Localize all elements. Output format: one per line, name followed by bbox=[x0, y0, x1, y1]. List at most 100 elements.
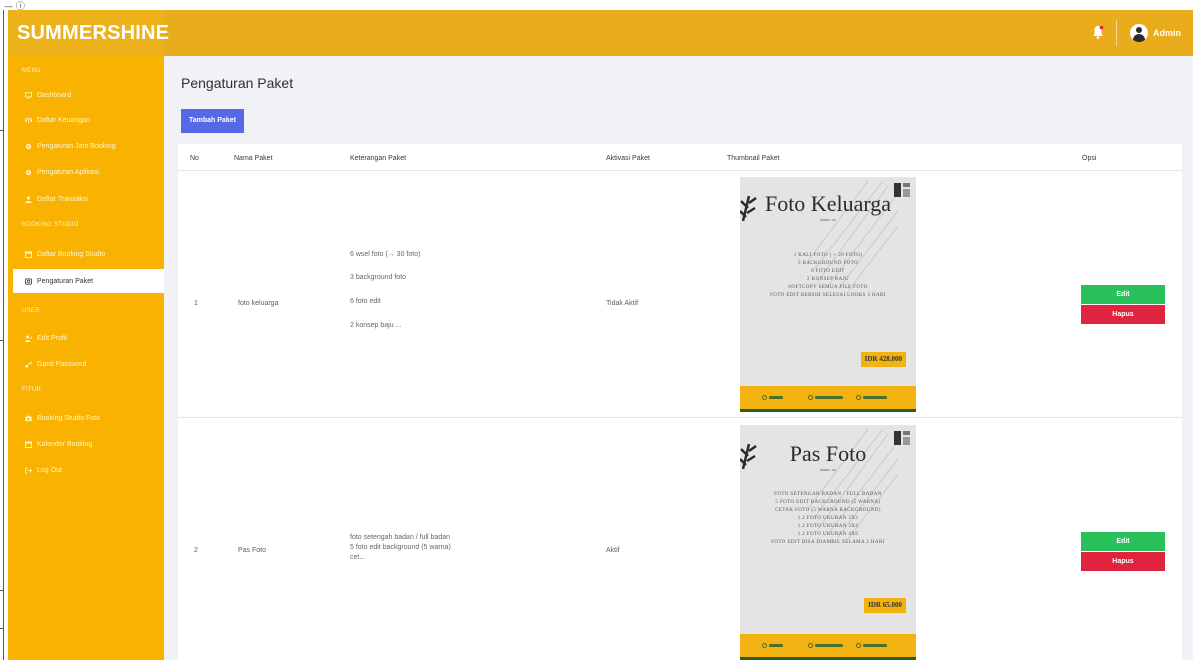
thumbnail-footer bbox=[740, 634, 916, 660]
thumbnail-subtitle: PAKET - 01 bbox=[820, 218, 836, 222]
row-2-no: 2 bbox=[194, 547, 198, 554]
sidebar-item-booking-studio-foto[interactable]: Booking Studio Foto bbox=[8, 406, 164, 430]
row-1-thumbnail: Foto Keluarga PAKET - 01 1 KALI FOTO ( +… bbox=[740, 177, 916, 412]
thumbnail-detail-line: 5 FOTO EDIT BACKGROUND (5 WARNA) bbox=[775, 500, 881, 505]
thumbnail-detail-line: FOTO EDIT BERSIH SELESAI LOOKS 2 HARI bbox=[770, 293, 886, 298]
brand-logo[interactable]: SUMMERSHINE bbox=[8, 10, 169, 56]
sidebar-item-label: Kalender Booking bbox=[37, 440, 93, 448]
column-header-thumbnail: Thumbnail Paket bbox=[727, 155, 780, 162]
edit-button[interactable]: Edit bbox=[1081, 285, 1165, 304]
sidebar-heading-user: USER bbox=[22, 308, 40, 314]
sidebar-item-daftar-transaksi[interactable]: Daftar Transaksi bbox=[8, 187, 164, 211]
row-1-desc-line: 2 konsep baju ... bbox=[350, 322, 402, 329]
thumbnail-detail-line: 3 BACKGROUND FOTO bbox=[797, 261, 859, 266]
thumbnail-price: IDR 65.000 bbox=[864, 598, 906, 613]
thumbnail-detail-line: 2 KONSEP BAJU bbox=[807, 277, 849, 282]
logout-icon bbox=[25, 466, 32, 474]
package-icon bbox=[25, 277, 32, 285]
edit-button[interactable]: Edit bbox=[1081, 532, 1165, 551]
sidebar-item-daftar-keuangan[interactable]: Daftar Keuangan bbox=[8, 108, 164, 132]
thumbnail-details: FOTO SETENGAH BADAN / FULL BADAN 5 FOTO … bbox=[740, 491, 916, 547]
page-title: Pengaturan Paket bbox=[181, 75, 294, 91]
sidebar-item-label: Pengaturan Paket bbox=[37, 277, 94, 285]
delete-button[interactable]: Hapus bbox=[1081, 305, 1165, 324]
calendar-icon bbox=[25, 250, 32, 258]
column-header-description: Keterangan Paket bbox=[350, 155, 407, 162]
thumbnail-details: 1 KALI FOTO ( + 20 FOTO) 3 BACKGROUND FO… bbox=[740, 252, 916, 300]
sidebar-heading-fitur: FITUR bbox=[22, 387, 42, 393]
delete-button[interactable]: Hapus bbox=[1081, 552, 1165, 571]
sidebar-item-edit-profil[interactable]: Edit Profil bbox=[8, 326, 164, 350]
top-navbar: SUMMERSHINE Admin bbox=[8, 10, 1193, 56]
sidebar-item-label: Edit Profil bbox=[37, 334, 67, 342]
sidebar-item-log-out[interactable]: Log Out bbox=[8, 458, 164, 482]
header-divider bbox=[178, 170, 1182, 171]
key-icon bbox=[25, 360, 32, 368]
thumbnail-detail-line: 1 KALI FOTO ( + 20 FOTO) bbox=[793, 253, 863, 258]
thumbnail-footer bbox=[740, 386, 916, 412]
add-package-button[interactable]: Tambah Paket bbox=[181, 109, 244, 133]
topbar-divider bbox=[1116, 20, 1117, 46]
sidebar-heading-menu: MENU bbox=[22, 68, 41, 74]
row-1-desc-line: 3 background foto bbox=[350, 274, 407, 281]
thumbnail-detail-line: 1.2 FOTO UKURAN 2X3 bbox=[797, 516, 859, 521]
sidebar-item-label: Daftar Transaksi bbox=[37, 195, 88, 203]
row-2-desc-line: cet... bbox=[350, 554, 366, 561]
row-1-no: 1 bbox=[194, 300, 198, 307]
gear-icon bbox=[25, 169, 32, 175]
thumbnail-detail-line: 6 FOTO EDIT bbox=[811, 269, 845, 274]
column-header-options: Opsi bbox=[1082, 155, 1097, 162]
sidebar-item-pengaturan-aplikasi[interactable]: Pengaturan Aplikasi bbox=[8, 160, 164, 184]
user-name: Admin bbox=[1153, 28, 1181, 38]
user-icon bbox=[25, 195, 32, 203]
row-1-name: foto keluarga bbox=[238, 300, 279, 307]
screenshot-frame: — ⓘ SUMMERSHINE Admin MENU Dashboard Daf… bbox=[0, 0, 1193, 660]
sidebar-item-pengaturan-jam-booking[interactable]: Pengaturan Jam Booking bbox=[8, 134, 164, 158]
column-header-name: Nama Paket bbox=[234, 155, 273, 162]
column-header-no: No bbox=[190, 155, 199, 162]
sidebar-item-label: Ganti Password bbox=[37, 360, 87, 368]
sidebar-item-label: Booking Studio Foto bbox=[37, 414, 101, 422]
sidebar-item-label: Daftar Keuangan bbox=[37, 116, 90, 124]
row-2-status: Aktif bbox=[606, 547, 620, 554]
sidebar-item-daftar-booking-studio[interactable]: Daftar Booking Studio bbox=[8, 242, 164, 266]
app-window: SUMMERSHINE Admin MENU Dashboard Daftar … bbox=[8, 10, 1193, 660]
camera-icon bbox=[25, 415, 32, 421]
thumbnail-price: IDR 428.000 bbox=[860, 352, 906, 367]
sidebar-item-kalender-booking[interactable]: Kalender Booking bbox=[8, 432, 164, 456]
thumbnail-detail-line: FOTO EDIT BISA DIAMBIL SELAMA 2 HARI bbox=[771, 540, 885, 545]
sidebar-item-label: Log Out bbox=[37, 466, 62, 474]
calendar-icon bbox=[25, 440, 32, 448]
row-2-desc-line: foto setengah badan / full badan bbox=[350, 534, 451, 541]
thumbnail-detail-line: CETAK FOTO (5 WARNA BACKGROUND) bbox=[775, 508, 881, 513]
avatar bbox=[1130, 24, 1148, 42]
row-divider bbox=[178, 417, 1182, 418]
thumbnail-detail-line: FOTO SETENGAH BADAN / FULL BADAN bbox=[774, 492, 882, 497]
sidebar-item-pengaturan-paket[interactable]: Pengaturan Paket bbox=[13, 269, 164, 293]
row-2-name: Pas Foto bbox=[238, 547, 267, 554]
thumbnail-detail-line: 1.2 FOTO UKURAN 3X4 bbox=[797, 524, 859, 529]
thumbnail-title: Foto Keluarga bbox=[764, 191, 892, 216]
sidebar-item-label: Pengaturan Aplikasi bbox=[37, 168, 99, 176]
row-1-status: Tidak Aktif bbox=[606, 300, 639, 307]
user-edit-icon bbox=[25, 335, 32, 342]
user-menu[interactable]: Admin bbox=[1130, 23, 1181, 43]
sidebar-item-label: Dashboard bbox=[37, 91, 72, 99]
sidebar-item-dashboard[interactable]: Dashboard bbox=[8, 83, 164, 107]
sidebar-item-ganti-password[interactable]: Ganti Password bbox=[8, 352, 164, 376]
thumbnail-subtitle: PAKET - 02 bbox=[820, 468, 836, 472]
scale-icon bbox=[25, 116, 32, 124]
column-header-status: Aktivasi Paket bbox=[606, 155, 650, 162]
row-1-desc-line: 6 foto edit bbox=[350, 298, 381, 305]
window-left-edge bbox=[0, 10, 4, 660]
row-2-thumbnail: Pas Foto PAKET - 02 FOTO SETENGAH BADAN … bbox=[740, 425, 916, 660]
window-top-strip: — ⓘ bbox=[0, 0, 1193, 12]
sidebar-heading-booking: BOOKING STUDIO bbox=[22, 222, 79, 228]
monitor-icon bbox=[25, 91, 32, 98]
thumbnail-title: Pas Foto bbox=[789, 441, 867, 466]
thumbnail-detail-line: SOFTCOPY SEMUA FILE FOTO bbox=[788, 285, 868, 290]
row-1-desc-line: 6 wsel foto (→ 30 foto) bbox=[350, 251, 421, 258]
gear-icon bbox=[25, 143, 32, 149]
sidebar-item-label: Pengaturan Jam Booking bbox=[37, 142, 116, 150]
bell-icon[interactable] bbox=[1092, 25, 1104, 39]
